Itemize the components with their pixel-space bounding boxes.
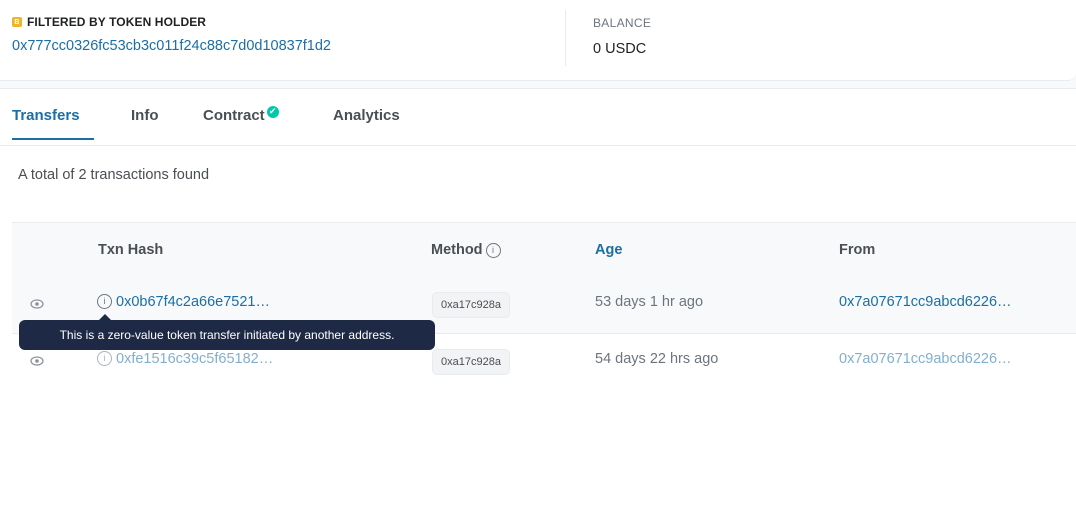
tab-info[interactable]: Info [131, 107, 159, 124]
check-circle-icon: ✔ [266, 105, 279, 118]
header-from: From [839, 242, 876, 258]
balance-value: 0 USDC [593, 41, 647, 57]
header-method: Method i [431, 242, 501, 259]
header-method-label: Method [431, 242, 483, 258]
header-age[interactable]: Age [595, 242, 622, 258]
balance-label: BALANCE [593, 16, 652, 30]
info-icon[interactable]: i [97, 350, 112, 366]
tab-contract[interactable]: Contract ✔ [203, 105, 279, 124]
holder-label: FILTERED BY TOKEN HOLDER [27, 15, 207, 29]
method-badge: 0xa17c928a [432, 292, 510, 318]
transactions-summary: A total of 2 transactions found [18, 167, 210, 183]
from-address-link[interactable]: 0x7a07671cc9abcd6226… [839, 351, 1012, 367]
holder-section: B FILTERED BY TOKEN HOLDER 0x777cc0326fc… [12, 15, 331, 54]
txn-hash-cell: i 0x0b67f4c2a66e7521… [97, 293, 270, 310]
info-icon[interactable]: i [97, 293, 112, 309]
holder-label-row: B FILTERED BY TOKEN HOLDER [12, 15, 331, 29]
eye-icon[interactable] [28, 353, 46, 369]
tab-bar: Transfers Info Contract ✔ Analytics [0, 89, 1076, 146]
holder-badge-icon: B [12, 17, 22, 27]
tab-contract-label: Contract [203, 107, 265, 124]
balance-section: BALANCE 0 USDC [565, 10, 651, 66]
txn-hash-cell: i 0xfe1516c39c5f65182… [97, 350, 273, 367]
active-tab-indicator [12, 138, 94, 140]
txn-hash-link[interactable]: 0xfe1516c39c5f65182… [116, 351, 273, 367]
holder-address-link[interactable]: 0x777cc0326fc53cb3c011f24c88c7d0d10837f1… [12, 38, 331, 54]
zero-value-tooltip: This is a zero-value token transfer init… [19, 320, 435, 350]
txn-hash-link[interactable]: 0x0b67f4c2a66e7521… [116, 294, 270, 310]
method-badge: 0xa17c928a [432, 349, 510, 375]
transfers-card: Transfers Info Contract ✔ Analytics A tot… [0, 88, 1076, 515]
header-txn-hash: Txn Hash [98, 242, 164, 258]
tab-analytics[interactable]: Analytics [333, 107, 400, 124]
tab-transfers[interactable]: Transfers [12, 107, 80, 124]
table-header: Txn Hash Method i Age From [12, 222, 1076, 278]
token-holder-card: B FILTERED BY TOKEN HOLDER 0x777cc0326fc… [0, 0, 1076, 81]
eye-icon[interactable] [28, 296, 46, 312]
age-cell: 53 days 1 hr ago [595, 294, 704, 310]
from-address-link[interactable]: 0x7a07671cc9abcd6226… [839, 294, 1012, 310]
age-cell: 54 days 22 hrs ago [595, 351, 719, 367]
info-icon[interactable]: i [485, 242, 501, 258]
